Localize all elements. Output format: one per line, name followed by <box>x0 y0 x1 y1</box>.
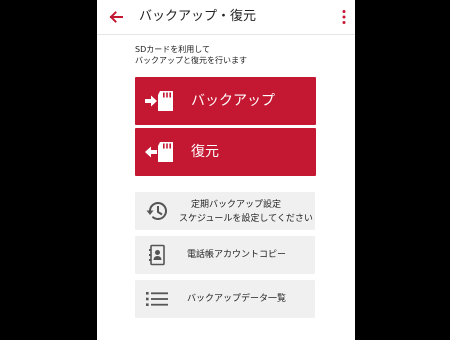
sd-card-arrow-out-icon <box>145 142 173 162</box>
app-screen: バックアップ・復元 SDカードを利用して バックアップと復元を行います バックア… <box>97 0 355 340</box>
backup-button[interactable]: バックアップ <box>135 77 316 125</box>
scheduled-backup-button[interactable]: 定期バックアップ設定 スケジュールを設定してください <box>135 192 315 230</box>
contact-copy-label: 電話帳アカウントコピー <box>187 250 287 260</box>
contact-copy-button[interactable]: 電話帳アカウントコピー <box>135 236 315 274</box>
app-bar: バックアップ・復元 <box>97 0 355 35</box>
contact-book-icon <box>149 244 165 266</box>
backup-data-list-button[interactable]: バックアップデータ一覧 <box>135 280 315 318</box>
backup-button-label: バックアップ <box>191 93 275 109</box>
list-icon <box>146 292 168 306</box>
scheduled-backup-sublabel: スケジュールを設定してください <box>179 214 313 224</box>
scheduled-backup-label: 定期バックアップ設定 <box>191 200 282 210</box>
backup-data-list-label: バックアップデータ一覧 <box>187 294 287 304</box>
page-title: バックアップ・復元 <box>139 9 257 24</box>
back-arrow-icon[interactable] <box>107 8 125 26</box>
description: SDカードを利用して バックアップと復元を行います <box>135 44 335 66</box>
restore-button[interactable]: 復元 <box>135 128 316 176</box>
description-line-1: SDカードを利用して <box>135 45 210 54</box>
more-options-icon[interactable] <box>341 9 347 25</box>
sd-card-arrow-in-icon <box>145 91 173 111</box>
restore-button-label: 復元 <box>191 144 219 160</box>
description-line-2: バックアップと復元を行います <box>135 56 247 65</box>
history-icon <box>146 202 167 220</box>
